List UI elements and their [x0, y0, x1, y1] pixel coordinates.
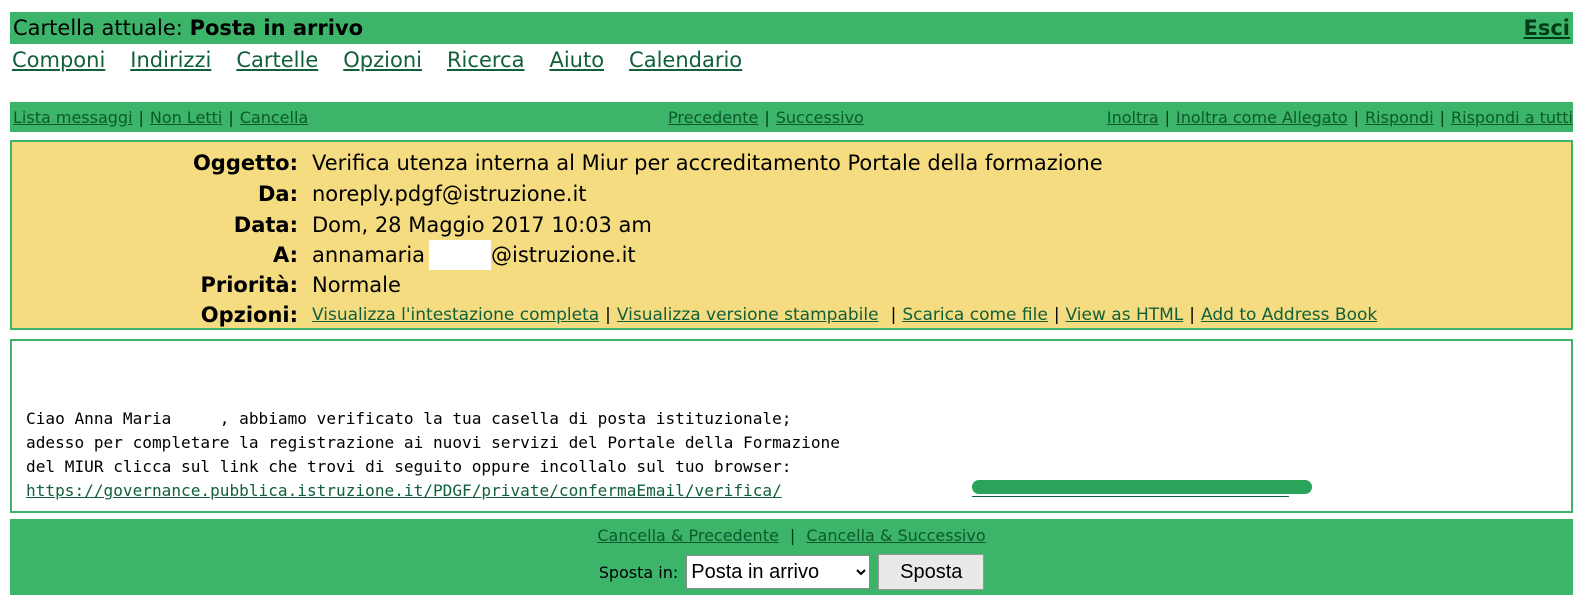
menu-addresses[interactable]: Indirizzi: [130, 48, 211, 80]
current-folder: Cartella attuale: Posta in arrivo: [13, 16, 363, 40]
date-value: Dom, 28 Maggio 2017 10:03 am: [312, 212, 652, 237]
from-label: Da:: [257, 181, 298, 206]
full-header-link[interactable]: Visualizza l'intestazione completa: [312, 305, 599, 325]
subject-label: Oggetto:: [192, 150, 298, 175]
reply-all-link[interactable]: Rispondi a tutti: [1451, 108, 1573, 127]
priority-value: Normale: [312, 272, 401, 297]
verification-link[interactable]: https://governance.pubblica.istruzione.i…: [26, 479, 782, 503]
separator: |: [228, 107, 234, 127]
footer-bar: Cancella & Precedente | Cancella & Succe…: [10, 519, 1573, 595]
next-link[interactable]: Successivo: [776, 108, 864, 127]
forward-link[interactable]: Inoltra: [1107, 108, 1159, 127]
message-header: Oggetto: Verifica utenza interna al Miur…: [10, 140, 1573, 330]
separator: |: [138, 107, 144, 127]
separator: |: [1053, 304, 1060, 325]
move-to-folder: Sposta in: Posta in arrivo Sposta: [10, 554, 1573, 590]
date-label: Data:: [233, 212, 298, 237]
redaction-box: [429, 239, 492, 270]
logout-link[interactable]: Esci: [1524, 16, 1571, 40]
footer-links: Cancella & Precedente | Cancella & Succe…: [10, 526, 1573, 545]
toolbar-reply-group: Inoltra | Inoltra come Allegato | Rispon…: [1107, 108, 1573, 127]
header-options: Visualizza l'intestazione completa | Vis…: [312, 305, 1377, 325]
printable-version-link[interactable]: Visualizza versione stampabile: [617, 305, 879, 325]
menu-folders[interactable]: Cartelle: [236, 48, 318, 80]
separator: |: [1164, 107, 1171, 127]
delete-previous-link[interactable]: Cancella & Precedente: [597, 526, 778, 545]
toolbar-paging-group: Precedente | Successivo: [668, 108, 864, 127]
from-row: Da: noreply.pdgf@istruzione.it: [12, 178, 1571, 209]
options-label: Opzioni:: [200, 302, 298, 327]
separator: |: [789, 526, 796, 545]
delete-link[interactable]: Cancella: [240, 108, 308, 127]
priority-label: Priorità:: [200, 272, 298, 297]
to-name: annamaria: [312, 242, 426, 267]
body-text: Ciao Anna Maria , abbiamo verificato la …: [26, 409, 840, 476]
download-file-link[interactable]: Scarica come file: [902, 305, 1048, 325]
current-folder-prefix: Cartella attuale:: [13, 16, 190, 40]
subject-value: Verifica utenza interna al Miur per accr…: [312, 150, 1103, 175]
reply-link[interactable]: Rispondi: [1365, 108, 1434, 127]
menu-calendar[interactable]: Calendario: [629, 48, 742, 80]
folder-bar: Cartella attuale: Posta in arrivo Esci: [10, 12, 1573, 44]
menu-search[interactable]: Ricerca: [447, 48, 524, 80]
separator: |: [1353, 107, 1360, 127]
delete-next-link[interactable]: Cancella & Successivo: [806, 526, 985, 545]
move-folder-select[interactable]: Posta in arrivo: [686, 555, 871, 589]
unread-link[interactable]: Non Letti: [150, 108, 222, 127]
message-body: Ciao Anna Maria , abbiamo verificato la …: [10, 339, 1573, 513]
message-list-link[interactable]: Lista messaggi: [13, 108, 133, 127]
toolbar-nav-group: Lista messaggi | Non Letti | Cancella: [13, 108, 308, 127]
to-domain: @istruzione.it: [491, 242, 636, 267]
to-label: A:: [272, 242, 298, 267]
separator: |: [890, 304, 897, 325]
priority-row: Priorità: Normale: [12, 269, 1571, 300]
menu-options[interactable]: Opzioni: [343, 48, 422, 80]
main-menu: Componi Indirizzi Cartelle Opzioni Ricer…: [12, 48, 742, 80]
separator: |: [764, 107, 770, 127]
current-folder-name: Posta in arrivo: [189, 16, 364, 40]
menu-help[interactable]: Aiuto: [549, 48, 604, 80]
move-label: Sposta in:: [598, 562, 679, 582]
view-html-link[interactable]: View as HTML: [1066, 305, 1184, 325]
forward-attachment-link[interactable]: Inoltra come Allegato: [1176, 108, 1348, 127]
from-value: noreply.pdgf@istruzione.it: [312, 181, 587, 206]
date-row: Data: Dom, 28 Maggio 2017 10:03 am: [12, 209, 1571, 240]
redaction-mark: [972, 480, 1312, 494]
link-underline: [972, 496, 1289, 497]
separator: |: [605, 304, 611, 325]
separator: |: [1439, 107, 1446, 127]
menu-compose[interactable]: Componi: [12, 48, 105, 80]
add-to-address-book-link[interactable]: Add to Address Book: [1201, 305, 1377, 325]
to-value: annamaria @istruzione.it: [312, 239, 636, 270]
to-row: A: annamaria @istruzione.it: [12, 239, 1571, 270]
separator: |: [1189, 304, 1196, 325]
subject-row: Oggetto: Verifica utenza interna al Miur…: [12, 147, 1571, 178]
message-toolbar: Lista messaggi | Non Letti | Cancella Pr…: [10, 102, 1573, 132]
previous-link[interactable]: Precedente: [668, 108, 758, 127]
move-button[interactable]: Sposta: [878, 554, 985, 590]
options-row: Opzioni: Visualizza l'intestazione compl…: [12, 299, 1571, 330]
